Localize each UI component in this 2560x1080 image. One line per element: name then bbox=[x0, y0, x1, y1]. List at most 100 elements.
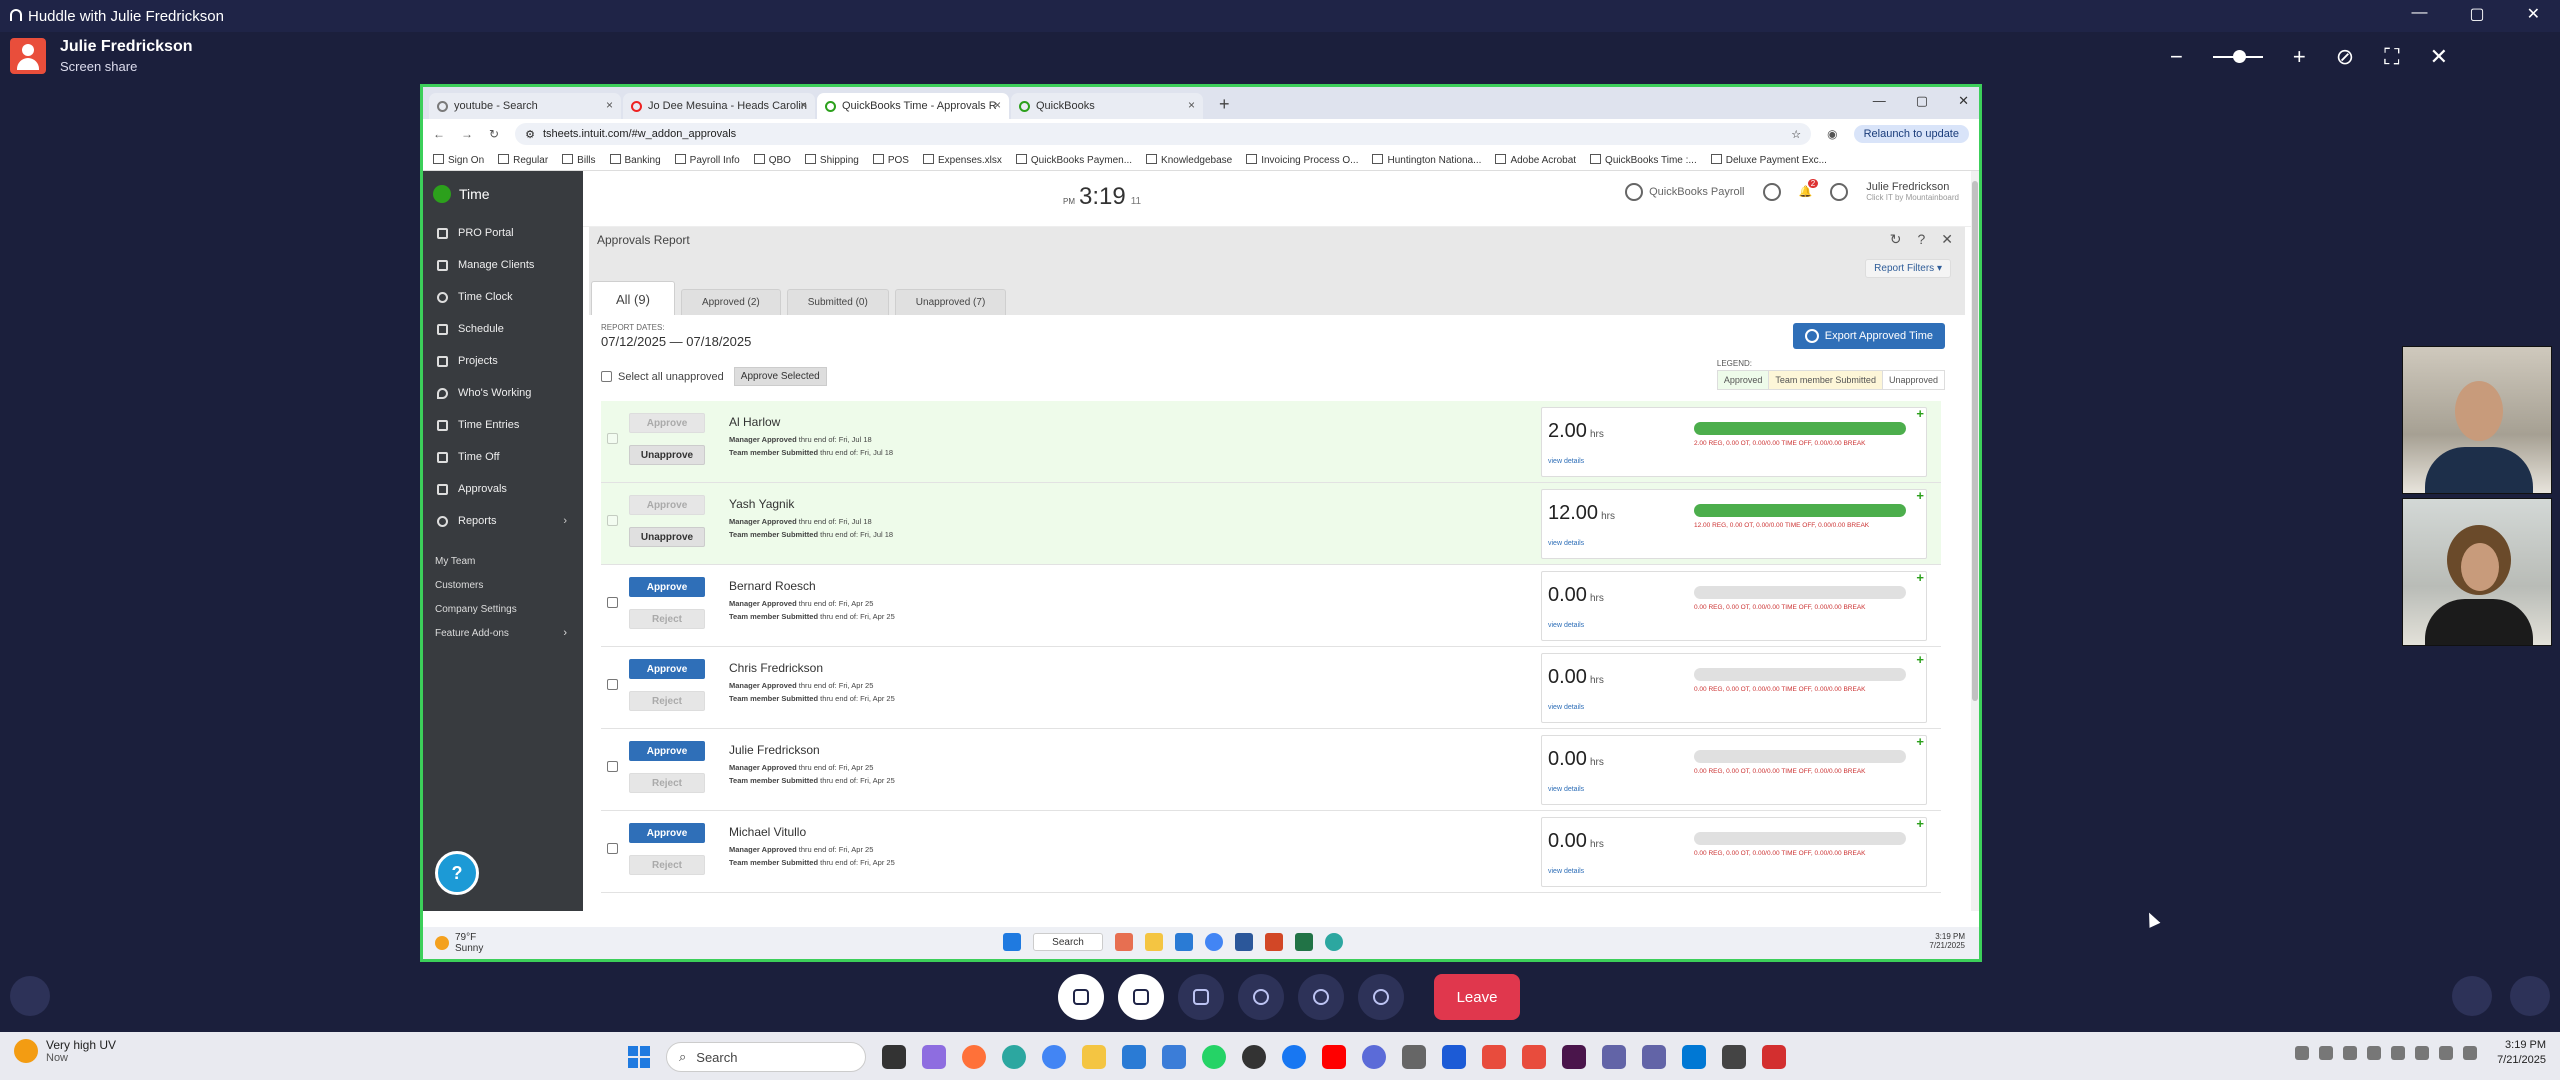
approve-button[interactable]: Approve bbox=[629, 741, 705, 761]
reload-icon[interactable]: ↻ bbox=[489, 127, 499, 141]
firefox-icon[interactable] bbox=[962, 1045, 986, 1069]
reject-button[interactable]: Reject bbox=[629, 855, 705, 875]
bookmark-item[interactable]: Huntington Nationa... bbox=[1372, 154, 1481, 166]
bookmark-star-icon[interactable]: ☆ bbox=[1791, 128, 1801, 141]
view-details-link[interactable]: view details bbox=[1548, 868, 1584, 875]
row-checkbox[interactable] bbox=[607, 843, 618, 854]
participant-video[interactable] bbox=[2402, 346, 2552, 494]
tray-icon[interactable] bbox=[2319, 1046, 2334, 1060]
close-tab-icon[interactable]: × bbox=[1188, 98, 1195, 112]
approve-button[interactable]: Approve bbox=[629, 659, 705, 679]
bookmark-item[interactable]: Regular bbox=[498, 154, 548, 166]
row-checkbox[interactable] bbox=[607, 679, 618, 690]
sidebar-sub-feature-addons[interactable]: Feature Add-ons › bbox=[423, 621, 583, 645]
bookmark-item[interactable]: Invoicing Process O... bbox=[1246, 154, 1358, 166]
select-all-checkbox[interactable] bbox=[601, 371, 612, 382]
bookmark-item[interactable]: Sign On bbox=[433, 154, 484, 166]
expand-plus-icon[interactable]: + bbox=[1916, 570, 1924, 585]
user-avatar-icon[interactable] bbox=[1830, 182, 1849, 201]
bookmark-item[interactable]: Knowledgebase bbox=[1146, 154, 1232, 166]
sidebar-item-manage-clients[interactable]: Manage Clients bbox=[423, 249, 583, 281]
approve-button[interactable]: Approve bbox=[629, 577, 705, 597]
settings-app-icon[interactable] bbox=[1362, 1045, 1386, 1069]
excel-icon[interactable] bbox=[1295, 933, 1313, 951]
sidebar-item-time-clock[interactable]: Time Clock bbox=[423, 281, 583, 313]
new-tab-button[interactable]: + bbox=[1219, 94, 1230, 115]
sidebar-item-whos-working[interactable]: Who's Working bbox=[423, 377, 583, 409]
reactions-button[interactable] bbox=[1238, 974, 1284, 1020]
browser-tab-active[interactable]: QuickBooks Time - Approvals R × bbox=[817, 93, 1009, 119]
tab-approved[interactable]: Approved (2) bbox=[680, 289, 781, 315]
view-details-link[interactable]: view details bbox=[1548, 704, 1584, 711]
app-icon[interactable] bbox=[1682, 1045, 1706, 1069]
windows-start-icon[interactable] bbox=[628, 1046, 650, 1068]
app-icon[interactable] bbox=[1402, 1045, 1426, 1069]
row-checkbox[interactable] bbox=[607, 433, 618, 444]
export-approved-button[interactable]: Export Approved Time bbox=[1792, 323, 1945, 349]
bell-icon[interactable]: 🔔 2 bbox=[1799, 179, 1819, 198]
refresh-icon[interactable]: ↻ bbox=[1890, 231, 1902, 248]
minimize-button[interactable]: — bbox=[2411, 4, 2427, 24]
relaunch-button[interactable]: Relaunch to update bbox=[1853, 125, 1969, 143]
expand-plus-icon[interactable]: + bbox=[1916, 734, 1924, 749]
approve-button[interactable]: Approve bbox=[629, 495, 705, 515]
bookmark-item[interactable]: QuickBooks Time :... bbox=[1590, 154, 1697, 166]
close-icon[interactable]: ✕ bbox=[1941, 231, 1953, 248]
tab-all[interactable]: All (9) bbox=[591, 281, 675, 315]
close-share-icon[interactable]: ✕ bbox=[2430, 44, 2448, 70]
bookmark-item[interactable]: POS bbox=[873, 154, 909, 166]
leave-button[interactable]: Leave bbox=[1434, 974, 1520, 1020]
expand-plus-icon[interactable]: + bbox=[1916, 652, 1924, 667]
threads-button[interactable] bbox=[2452, 976, 2492, 1016]
security-icon[interactable] bbox=[1242, 1045, 1266, 1069]
zoom-in-button[interactable]: + bbox=[2293, 44, 2306, 70]
view-details-link[interactable]: view details bbox=[1548, 622, 1584, 629]
app-icon[interactable] bbox=[1722, 1045, 1746, 1069]
sidebar-sub-company-settings[interactable]: Company Settings bbox=[423, 597, 583, 621]
view-details-link[interactable]: view details bbox=[1548, 786, 1584, 793]
bookmark-item[interactable]: Adobe Acrobat bbox=[1495, 154, 1576, 166]
participant-video[interactable] bbox=[2402, 498, 2552, 646]
calculator-icon[interactable] bbox=[1162, 1045, 1186, 1069]
sidebar-item-time-entries[interactable]: Time Entries bbox=[423, 409, 583, 441]
bookmark-item[interactable]: QuickBooks Paymen... bbox=[1016, 154, 1132, 166]
microphone-button[interactable] bbox=[1058, 974, 1104, 1020]
wifi-icon[interactable] bbox=[2415, 1046, 2430, 1060]
zoom-slider[interactable] bbox=[2212, 50, 2263, 63]
restore-button[interactable]: ▢ bbox=[2469, 4, 2484, 24]
browser-tab[interactable]: Jo Dee Mesuina - Heads Carolin × bbox=[623, 93, 815, 119]
chevron-up-icon[interactable] bbox=[2295, 1046, 2310, 1060]
fullscreen-icon[interactable]: ⛶ bbox=[2384, 44, 2399, 70]
weather-widget[interactable]: Very high UV Now bbox=[14, 1038, 116, 1064]
report-filters-button[interactable]: Report Filters ▾ bbox=[1865, 259, 1951, 278]
bookmark-item[interactable]: Expenses.xlsx bbox=[923, 154, 1002, 166]
powerpoint-icon[interactable] bbox=[1265, 933, 1283, 951]
close-button[interactable]: ✕ bbox=[2527, 4, 2540, 24]
close-tab-icon[interactable]: × bbox=[800, 98, 807, 112]
expand-plus-icon[interactable]: + bbox=[1916, 488, 1924, 503]
whatsapp-icon[interactable] bbox=[1202, 1045, 1226, 1069]
battery-icon[interactable] bbox=[2463, 1046, 2478, 1060]
cloud-icon[interactable] bbox=[2343, 1046, 2358, 1060]
sidebar-sub-my-team[interactable]: My Team bbox=[423, 549, 583, 573]
system-clock[interactable]: 3:19 PM 7/21/2025 bbox=[2497, 1038, 2546, 1068]
settings-icon[interactable] bbox=[1602, 1045, 1626, 1069]
bookmark-item[interactable]: Shipping bbox=[805, 154, 859, 166]
profile-icon[interactable]: ◉ bbox=[1827, 127, 1837, 141]
bookmark-item[interactable]: Payroll Info bbox=[675, 154, 740, 166]
browser-tab[interactable]: QuickBooks × bbox=[1011, 93, 1203, 119]
browser-close-button[interactable]: ✕ bbox=[1958, 93, 1969, 109]
user-menu[interactable]: Julie Fredrickson Click IT by Mountainbo… bbox=[1866, 181, 1959, 202]
unapprove-button[interactable]: Unapprove bbox=[629, 527, 705, 547]
chat-button[interactable] bbox=[2510, 976, 2550, 1016]
expand-plus-icon[interactable]: + bbox=[1916, 406, 1924, 421]
youtube-icon[interactable] bbox=[1322, 1045, 1346, 1069]
approve-selected-button[interactable]: Approve Selected bbox=[733, 367, 827, 386]
settings-button[interactable] bbox=[1358, 974, 1404, 1020]
share-screen-button[interactable] bbox=[1178, 974, 1224, 1020]
outlook-icon[interactable] bbox=[1175, 933, 1193, 951]
word-icon[interactable] bbox=[1235, 933, 1253, 951]
close-tab-icon[interactable]: × bbox=[606, 98, 613, 112]
page-scrollbar[interactable] bbox=[1971, 171, 1979, 911]
reject-button[interactable]: Reject bbox=[629, 609, 705, 629]
